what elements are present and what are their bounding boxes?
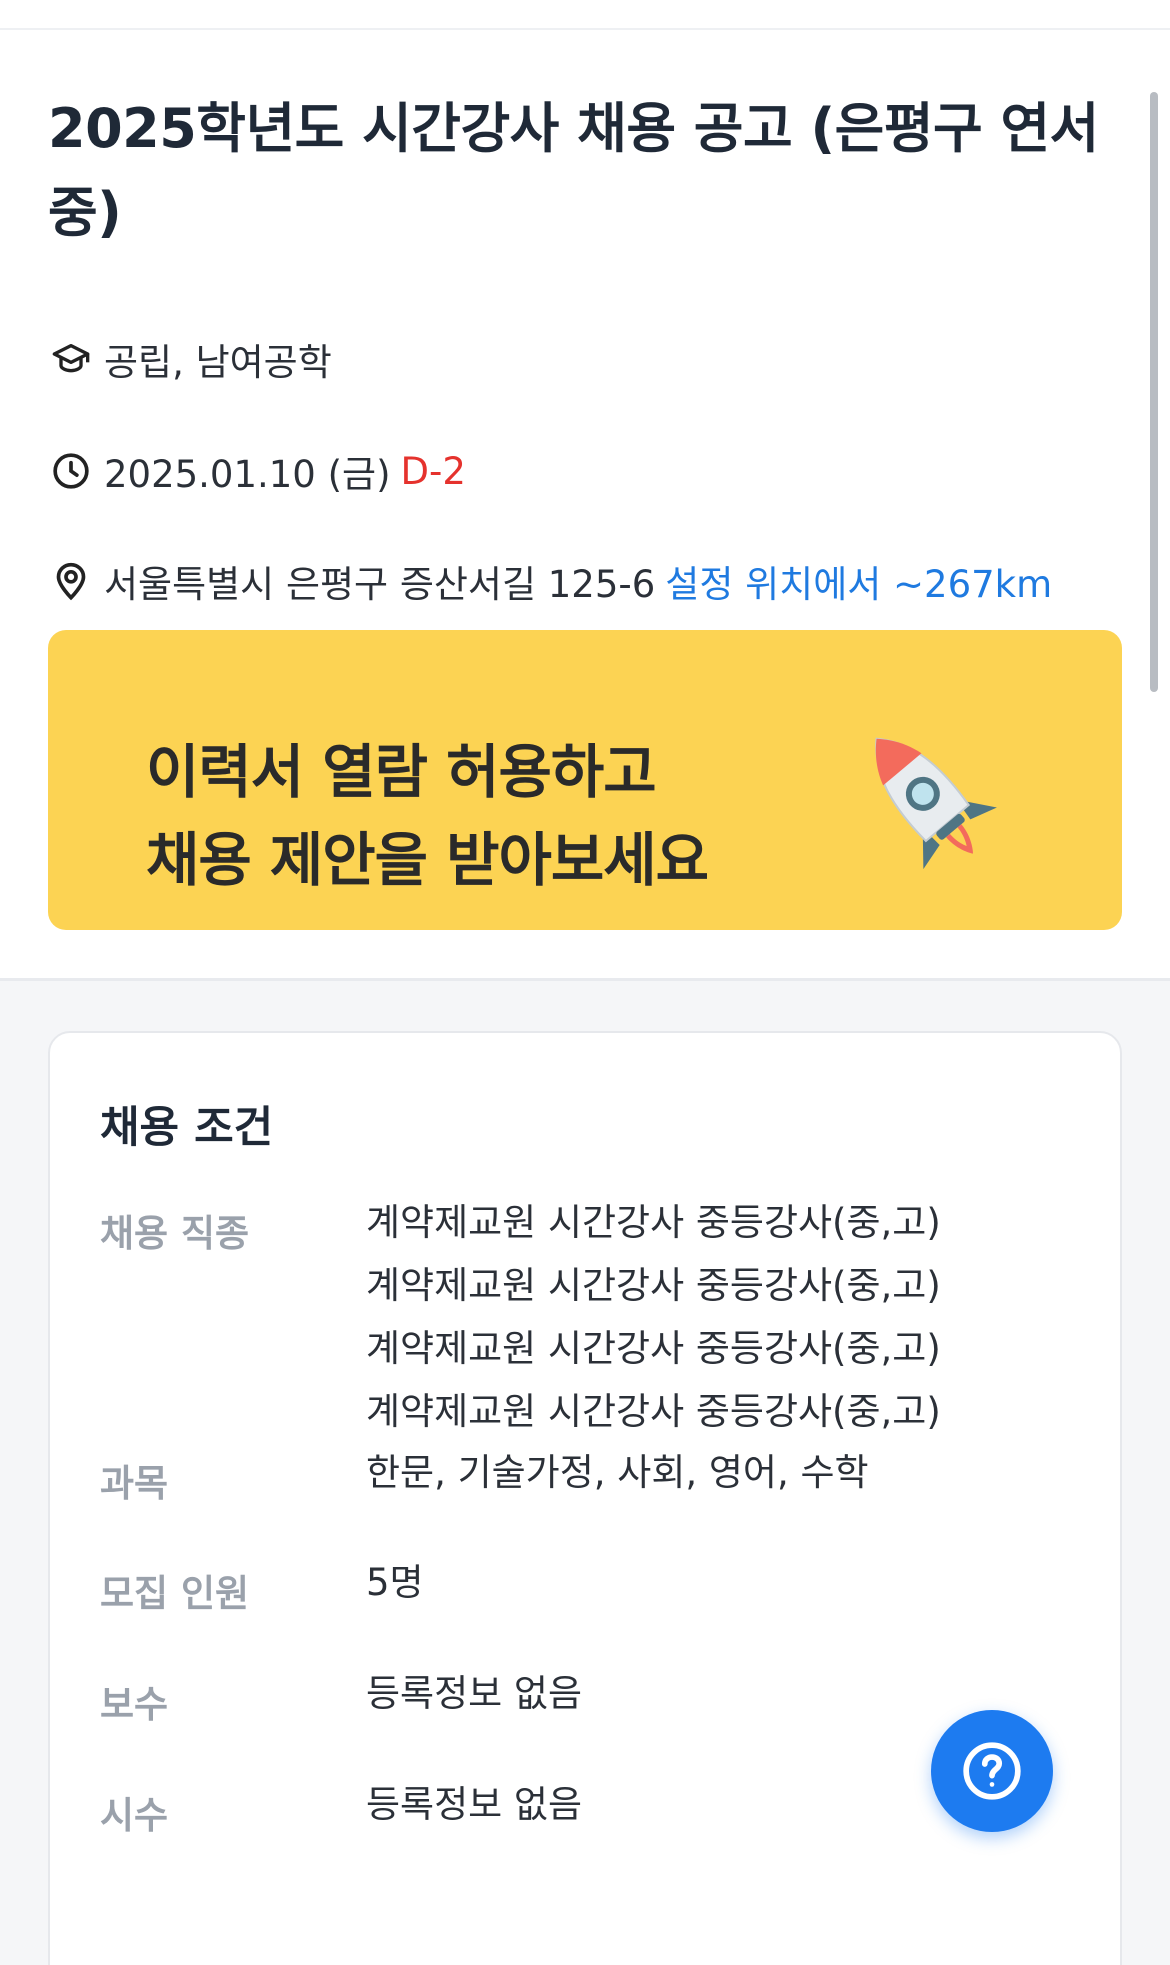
subject-label: 과목 bbox=[100, 1462, 169, 1505]
conditions-card: 채용 조건 채용 직종 계약제교원 시간강사 중등강사(중,고) 계약제교원 시… bbox=[48, 1031, 1122, 1965]
deadline-text: 2025.01.10 (금) bbox=[104, 453, 391, 496]
job-type-list: 계약제교원 시간강사 중등강사(중,고) 계약제교원 시간강사 중등강사(중,고… bbox=[366, 1191, 941, 1443]
question-circle-icon bbox=[963, 1742, 1021, 1800]
graduation-cap-icon bbox=[48, 336, 94, 382]
rocket-icon bbox=[875, 737, 997, 870]
dday-badge: D-2 bbox=[400, 449, 466, 493]
school-type-row: 공립, 남여공학 bbox=[48, 332, 332, 386]
banner-line-1: 이력서 열람 허용하고 bbox=[146, 738, 657, 806]
resume-offer-banner[interactable]: 이력서 열람 허용하고 채용 제안을 받아보세요 bbox=[48, 630, 1122, 930]
scrollbar[interactable] bbox=[1150, 92, 1158, 692]
pay-label: 보수 bbox=[100, 1683, 169, 1726]
hours-label: 시수 bbox=[100, 1794, 169, 1837]
banner-line-2: 채용 제안을 받아보세요 bbox=[146, 826, 709, 894]
clock-icon bbox=[48, 448, 94, 494]
location-pin-icon bbox=[48, 558, 94, 604]
conditions-title: 채용 조건 bbox=[100, 1103, 274, 1153]
job-type-item: 계약제교원 시간강사 중등강사(중,고) bbox=[366, 1327, 941, 1370]
address-row: 서울특별시 은평구 증산서길 125-6 설정 위치에서 ~267km bbox=[48, 554, 1052, 608]
subject-value: 한문, 기술가정, 사회, 영어, 수학 bbox=[366, 1451, 869, 1494]
headcount-value: 5명 bbox=[366, 1561, 424, 1604]
hours-value: 등록정보 없음 bbox=[366, 1783, 583, 1826]
page-title: 2025학년도 시간강사 채용 공고 (은평구 연서중) bbox=[48, 97, 1099, 244]
job-type-label: 채용 직종 bbox=[100, 1212, 250, 1255]
deadline-row: 2025.01.10 (금) D-2 bbox=[48, 444, 466, 498]
job-type-item: 계약제교원 시간강사 중등강사(중,고) bbox=[366, 1201, 941, 1244]
job-type-item: 계약제교원 시간강사 중등강사(중,고) bbox=[366, 1390, 941, 1433]
help-button[interactable] bbox=[931, 1710, 1053, 1832]
top-bar bbox=[0, 0, 1170, 30]
address-text: 서울특별시 은평구 증산서길 125-6 bbox=[104, 563, 656, 606]
job-type-item: 계약제교원 시간강사 중등강사(중,고) bbox=[366, 1264, 941, 1307]
distance-link[interactable]: 설정 위치에서 ~267km bbox=[665, 554, 1052, 608]
headcount-label: 모집 인원 bbox=[100, 1572, 250, 1615]
job-header: 2025학년도 시간강사 채용 공고 (은평구 연서중) 공립, 남여공학 20… bbox=[0, 32, 1170, 978]
pay-value: 등록정보 없음 bbox=[366, 1672, 583, 1715]
school-type-text: 공립, 남여공학 bbox=[104, 341, 332, 384]
